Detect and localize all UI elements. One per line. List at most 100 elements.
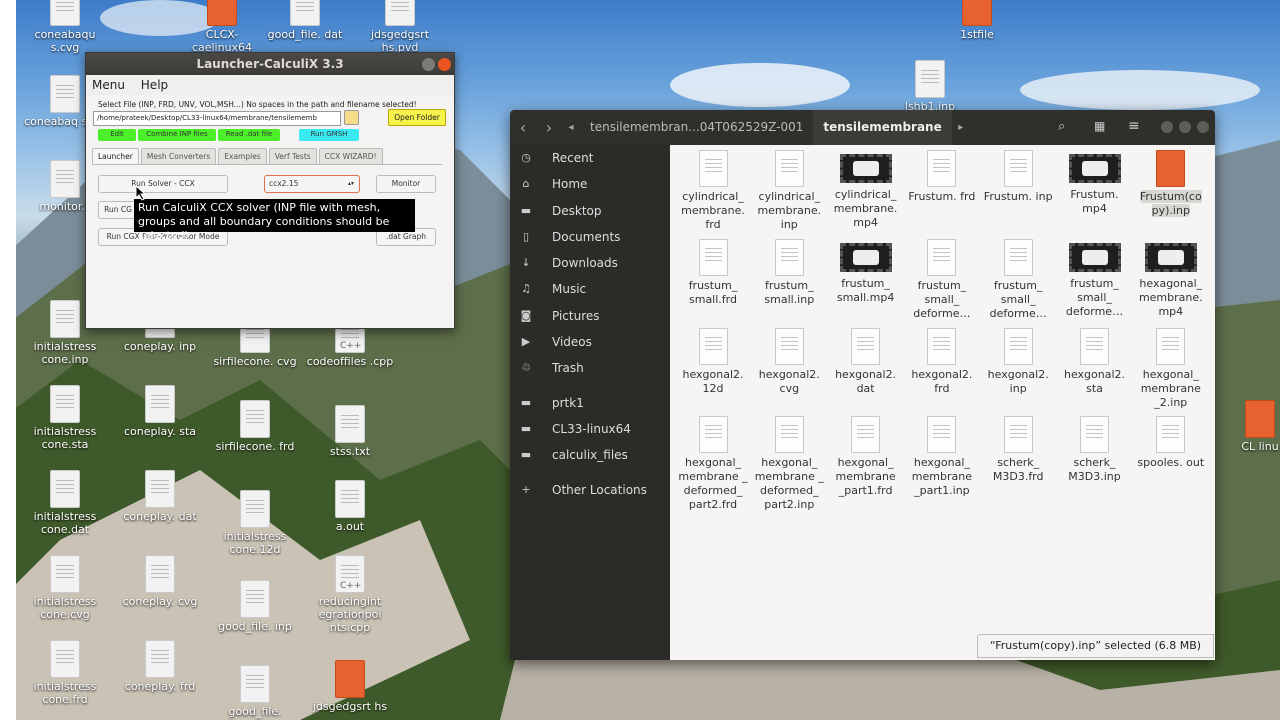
close-button[interactable] — [438, 58, 451, 71]
run-gmsh-button[interactable]: Run GMSH — [299, 129, 359, 141]
forward-icon[interactable]: › — [536, 118, 562, 137]
file-item[interactable]: scherk_ M3D3.inp — [1057, 416, 1133, 484]
sidebar-item-recent[interactable]: ◷ Recent — [510, 145, 670, 171]
file-item[interactable]: cylindrical_ membrane. frd — [675, 150, 751, 232]
file-item[interactable]: hexgonal_ membrane _2.inp — [1133, 328, 1209, 410]
file-item[interactable]: hexgonal2. 12d — [675, 328, 751, 396]
sidebar-item-pictures[interactable]: ◙ Pictures — [510, 303, 670, 329]
file-item[interactable]: cylindrical_ membrane. inp — [751, 150, 827, 232]
open-folder-button[interactable]: Open Folder — [388, 109, 446, 126]
sidebar-item-desktop[interactable]: ▬ Desktop — [510, 198, 670, 224]
sidebar-item-home[interactable]: ⌂ Home — [510, 171, 670, 197]
file-item[interactable]: frustum_ small.mp4 — [828, 239, 904, 305]
combine-inp-button[interactable]: Combine INP files — [138, 129, 216, 141]
file-item[interactable]: scherk_ M3D3.frd — [980, 416, 1056, 484]
desktop-icon[interactable]: good_file. — [210, 665, 300, 718]
minimize-button[interactable] — [1161, 121, 1173, 133]
menu-help[interactable]: Help — [141, 78, 168, 92]
desktop-icon[interactable]: 1stfile — [932, 0, 1022, 41]
breadcrumb-parent[interactable]: tensilemembran...04T062529Z-001 — [580, 110, 813, 145]
file-item[interactable]: hexgonal2. inp — [980, 328, 1056, 396]
file-item[interactable]: frustum_ small.inp — [751, 239, 827, 307]
breadcrumb-current[interactable]: tensilemembrane — [813, 110, 952, 145]
file-item[interactable]: frustum_ small_ deforme… — [1057, 239, 1133, 319]
monitor-button[interactable]: Monitor — [376, 175, 436, 193]
desktop-icon[interactable]: jdsgedgsrt hs — [305, 660, 395, 713]
maximize-button[interactable] — [1179, 121, 1191, 133]
desktop-icon[interactable]: stss.txt — [305, 405, 395, 458]
desktop-icon[interactable]: CL linu — [1215, 400, 1280, 453]
tab-launcher[interactable]: Launcher — [92, 148, 139, 164]
sidebar-item-trash[interactable]: ♲ Trash — [510, 355, 670, 381]
file-item[interactable]: hexgonal2. cvg — [751, 328, 827, 396]
path-left-icon[interactable]: ◂ — [562, 122, 580, 133]
tab-mesh-converters[interactable]: Mesh Converters — [140, 148, 217, 164]
desktop-icon[interactable]: initialstress cone.dat — [20, 470, 110, 536]
file-path-input[interactable]: /home/prateek/Desktop/CL33-linux64/membr… — [93, 111, 341, 126]
tab-ccx-wizard[interactable]: CCX WIZARD! — [318, 148, 383, 164]
video-icon: ▶ — [521, 335, 531, 349]
run-solver-button[interactable]: Run Solver - CCX — [98, 175, 228, 193]
browse-folder-icon[interactable] — [344, 110, 359, 125]
desktop-icon[interactable]: lshb1.inp — [885, 60, 975, 113]
file-item[interactable]: hexgonal_ membrane _part1.inp — [904, 416, 980, 498]
file-item[interactable]: spooles. out — [1133, 416, 1209, 470]
desktop-icon[interactable]: coneplay. cvg — [115, 555, 205, 608]
file-item[interactable]: cylindrical_ membrane. mp4 — [828, 150, 904, 230]
close-button[interactable] — [1197, 121, 1209, 133]
search-icon[interactable]: ⌕ — [1058, 119, 1065, 134]
file-item[interactable]: frustum_ small.frd — [675, 239, 751, 307]
file-item[interactable]: Frustum. frd — [904, 150, 980, 204]
desktop-icon[interactable]: CLCX- caelinux64 — [177, 0, 267, 54]
sidebar-item-other-locations[interactable]: + Other Locations — [510, 477, 670, 503]
tab-verf-tests[interactable]: Verf Tests — [268, 148, 317, 164]
desktop-icon[interactable]: coneabaqu s.cvg — [20, 0, 110, 54]
minimize-button[interactable] — [422, 58, 435, 71]
file-item[interactable]: Frustum. mp4 — [1057, 150, 1133, 216]
desktop-icon[interactable]: coneplay. dat — [115, 470, 205, 523]
desktop-icon[interactable]: initialstress cone.frd — [20, 640, 110, 706]
files-window[interactable]: ‹ › ◂ tensilemembran...04T062529Z-001 te… — [510, 110, 1215, 660]
file-item[interactable]: Frustum. inp — [980, 150, 1056, 204]
desktop-icon[interactable]: initialstress cone.sta — [20, 385, 110, 451]
menu-menu[interactable]: Menu — [92, 78, 125, 92]
sidebar-item-music[interactable]: ♫ Music — [510, 276, 670, 302]
sidebar-item-videos[interactable]: ▶ Videos — [510, 329, 670, 355]
menu-icon[interactable]: ≡ — [1128, 118, 1140, 134]
file-icon — [851, 416, 881, 453]
back-icon[interactable]: ‹ — [510, 118, 536, 137]
file-item[interactable]: hexgonal_ membrane _part1.frd — [828, 416, 904, 498]
path-right-icon[interactable]: ▸ — [952, 122, 970, 133]
solver-version-select[interactable]: ccx2.15 ▴▾ — [264, 175, 360, 193]
sidebar-item-documents[interactable]: ▯ Documents — [510, 224, 670, 250]
desktop-icon[interactable]: good_file. dat — [260, 0, 350, 41]
sidebar-item-cl33-linux64[interactable]: ▬ CL33-linux64 — [510, 416, 670, 442]
file-item[interactable]: hexgonal_ membrane _ deformed_ part2.frd — [675, 416, 751, 512]
sidebar-item-calculix-files[interactable]: ▬ calculix_files — [510, 442, 670, 468]
edit-button[interactable]: Edit — [98, 129, 136, 141]
run-cgx-button[interactable]: Run CG — [98, 201, 138, 219]
file-item[interactable]: hexgonal2. dat — [828, 328, 904, 396]
desktop-icon[interactable]: reducingint egrationpoi nts.cpp — [305, 555, 395, 634]
desktop-icon[interactable]: initialstress cone.12d — [210, 490, 300, 556]
launcher-titlebar[interactable]: Launcher-CalculiX 3.3 — [86, 53, 454, 75]
sidebar-item-downloads[interactable]: ↓ Downloads — [510, 250, 670, 276]
file-item[interactable]: hexgonal2. sta — [1057, 328, 1133, 396]
file-item[interactable]: Frustum(co py).inp — [1133, 150, 1209, 218]
desktop-icon[interactable]: sirfilecone. frd — [210, 400, 300, 453]
sidebar-item-prtk1[interactable]: ▬ prtk1 — [510, 390, 670, 416]
tab-examples[interactable]: Examples — [218, 148, 267, 164]
desktop-icon[interactable]: coneplay. sta — [115, 385, 205, 438]
desktop-icon[interactable]: jdsgedgsrt hs.pvd — [355, 0, 445, 54]
file-item[interactable]: frustum_ small_ deforme… — [904, 239, 980, 321]
file-item[interactable]: hexgonal_ membrane _ deformed_ part2.inp — [751, 416, 827, 512]
file-item[interactable]: hexagonal_ membrane. mp4 — [1133, 239, 1209, 319]
file-item[interactable]: hexgonal2. frd — [904, 328, 980, 396]
desktop-icon[interactable]: initialstress cone.cvg — [20, 555, 110, 621]
file-item[interactable]: frustum_ small_ deforme… — [980, 239, 1056, 321]
desktop-icon[interactable]: good_file. inp — [210, 580, 300, 633]
desktop-icon[interactable]: coneplay. frd — [115, 640, 205, 693]
read-dat-button[interactable]: Read .dat file — [218, 129, 280, 141]
desktop-icon[interactable]: a.out — [305, 480, 395, 533]
view-toggle-icon[interactable]: ▦ — [1094, 119, 1105, 133]
